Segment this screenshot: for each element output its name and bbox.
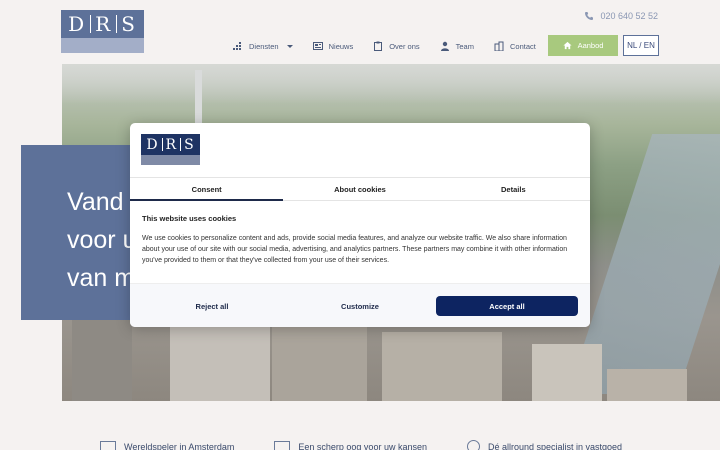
tab-details[interactable]: Details — [437, 178, 590, 200]
tab-consent[interactable]: Consent — [130, 178, 284, 201]
cookie-dialog-title: This website uses cookies — [142, 214, 237, 223]
accept-all-button[interactable]: Accept all — [436, 296, 578, 316]
cookie-dialog-logo: DRS — [141, 134, 200, 165]
cookie-dialog: DRS Consent About cookies Details This w… — [130, 123, 590, 327]
logo-text: DRS — [146, 136, 195, 153]
cookie-tabs: Consent About cookies Details — [130, 177, 590, 201]
customize-button[interactable]: Customize — [286, 296, 434, 316]
cookie-dialog-body: We use cookies to personalize content an… — [142, 235, 568, 264]
logo-mark: DRS — [141, 134, 200, 155]
reject-all-button[interactable]: Reject all — [138, 296, 286, 316]
logo-underbar — [141, 155, 200, 165]
tab-about-cookies[interactable]: About cookies — [283, 178, 436, 200]
cookie-dialog-footer: Reject all Customize Accept all — [130, 283, 590, 327]
